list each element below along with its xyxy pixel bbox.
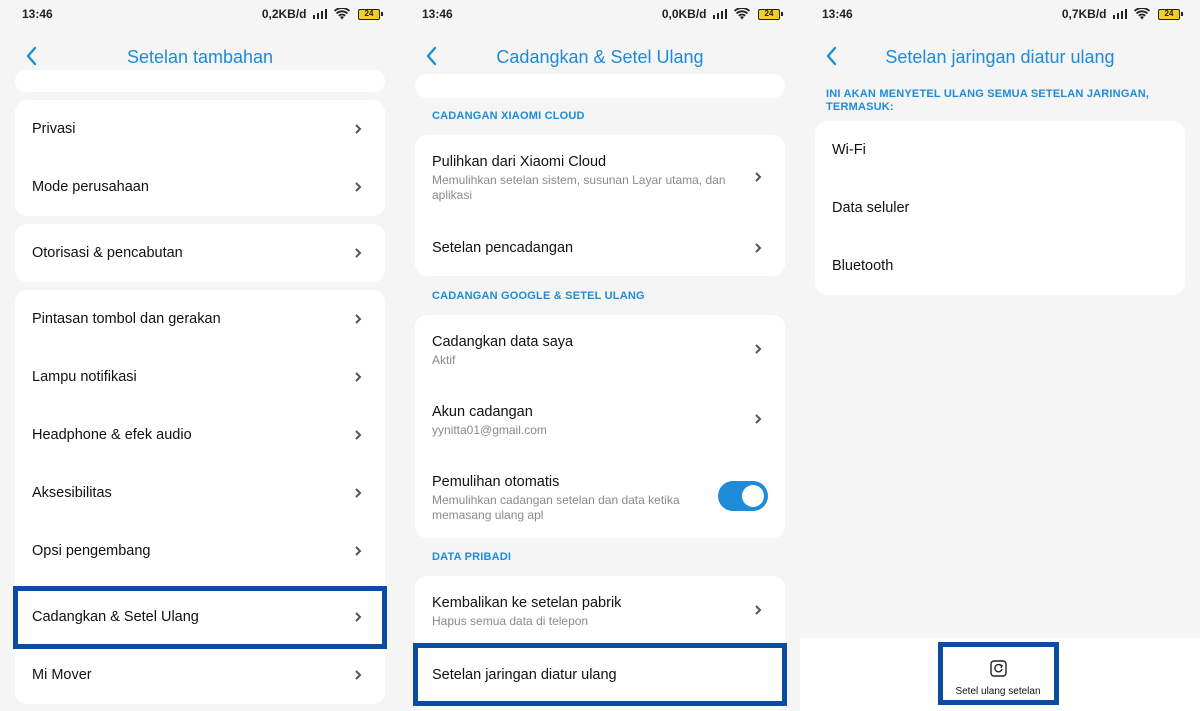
network-items-card: Wi-Fi Data seluler Bluetooth <box>815 121 1185 295</box>
list-item-developer-options[interactable]: Opsi pengembang <box>15 522 385 580</box>
list-item-subtitle: Hapus semua data di telepon <box>432 614 589 628</box>
battery-icon: 24 <box>758 8 783 20</box>
list-item-title: Pemulihan otomatis <box>432 474 560 490</box>
settings-card-privacy: Privasi Mode perusahaan <box>15 100 385 216</box>
list-item-label: Lampu notifikasi <box>32 369 137 385</box>
section-header-personal-data: DATA PRIBADI <box>432 551 512 563</box>
list-item-wifi: Wi-Fi <box>815 121 1185 179</box>
chevron-right-icon <box>755 172 762 182</box>
settings-card-authorization: Otorisasi & pencabutan <box>15 224 385 282</box>
list-item-privacy[interactable]: Privasi <box>15 100 385 158</box>
chevron-right-icon <box>755 414 762 424</box>
list-item-label: Headphone & efek audio <box>32 427 192 443</box>
list-item-label: Pintasan tombol dan gerakan <box>32 311 221 327</box>
list-item-subtitle: yynitta01@gmail.com <box>432 423 547 437</box>
chevron-right-icon <box>355 430 362 440</box>
status-indicators: 0,2KB/d 24 <box>261 7 383 21</box>
highlight-box <box>938 642 1059 705</box>
battery-icon: 24 <box>358 8 383 20</box>
list-item-title: Pulihkan dari Xiaomi Cloud <box>432 154 607 170</box>
wifi-icon <box>734 8 750 20</box>
list-item-backup-account[interactable]: Akun cadangan yynitta01@gmail.com <box>415 385 785 455</box>
page-title: Cadangkan & Setel Ulang <box>496 47 704 67</box>
signal-icon <box>312 9 327 19</box>
status-bar: 13:46 0,0KB/d 24 <box>400 0 800 28</box>
list-item-bluetooth: Bluetooth <box>815 237 1185 295</box>
wifi-icon <box>1134 8 1150 20</box>
list-item-shortcuts[interactable]: Pintasan tombol dan gerakan <box>15 290 385 348</box>
list-item-authorization[interactable]: Otorisasi & pencabutan <box>15 224 385 282</box>
list-item-label: Otorisasi & pencabutan <box>32 245 183 261</box>
list-item-factory-reset[interactable]: Kembalikan ke setelan pabrik Hapus semua… <box>415 576 785 646</box>
highlight-box <box>13 586 387 649</box>
list-item-label: Mi Mover <box>32 667 92 683</box>
settings-card-google: Cadangkan data saya Aktif Akun cadangan … <box>415 315 785 538</box>
chevron-right-icon <box>355 546 362 556</box>
auto-restore-toggle[interactable] <box>718 481 768 511</box>
list-item-title: Akun cadangan <box>432 404 533 420</box>
list-item-restore-xiaomi-cloud[interactable]: Pulihkan dari Xiaomi Cloud Memulihkan se… <box>415 135 785 220</box>
list-item-title: Setelan pencadangan <box>432 240 574 256</box>
list-item-label: Mode perusahaan <box>32 179 149 195</box>
section-header-google: CADANGAN GOOGLE & SETEL ULANG <box>432 290 645 302</box>
signal-icon <box>1112 9 1127 19</box>
signal-icon <box>712 9 727 19</box>
list-item-label: Bluetooth <box>832 258 894 274</box>
list-item-mobile-data: Data seluler <box>815 179 1185 237</box>
list-item-backup-my-data[interactable]: Cadangkan data saya Aktif <box>415 315 785 383</box>
screen-backup-reset: 13:46 0,0KB/d 24 Cadangkan & Setel Ulang… <box>400 0 800 711</box>
list-item-subtitle: Memulihkan cadangan setelan dan data ket… <box>432 493 680 522</box>
list-item-headphone[interactable]: Headphone & efek audio <box>15 406 385 464</box>
chevron-right-icon <box>755 243 762 253</box>
list-item-label: Wi-Fi <box>832 142 866 158</box>
list-item-enterprise-mode[interactable]: Mode perusahaan <box>15 158 385 216</box>
status-indicators: 0,0KB/d 24 <box>661 7 783 21</box>
chevron-right-icon <box>355 124 362 134</box>
reset-notice: INI AKAN MENYETEL ULANG SEMUA SETELAN JA… <box>826 88 1150 113</box>
status-time: 13:46 <box>822 7 853 21</box>
chevron-right-icon <box>355 182 362 192</box>
status-bar: 13:46 0,2KB/d 24 <box>0 0 400 28</box>
list-item-label: Data seluler <box>832 200 910 216</box>
section-header-xiaomi-cloud: CADANGAN XIAOMI CLOUD <box>432 110 585 122</box>
status-time: 13:46 <box>22 7 53 21</box>
network-speed: 0,2KB/d <box>261 7 307 21</box>
chevron-right-icon <box>355 314 362 324</box>
list-item-title: Cadangkan data saya <box>432 334 574 350</box>
page-title: Setelan tambahan <box>126 47 274 67</box>
list-item-accessibility[interactable]: Aksesibilitas <box>15 464 385 522</box>
status-time: 13:46 <box>422 7 453 21</box>
screen-additional-settings: 13:46 0,2KB/d 24 Setelan tambahan Privas… <box>0 0 400 711</box>
network-speed: 0,0KB/d <box>661 7 707 21</box>
screen-network-reset: 13:46 0,7KB/d 24 Setelan jaringan diatur… <box>800 0 1200 711</box>
network-speed: 0,7KB/d <box>1061 7 1107 21</box>
list-item-mi-mover[interactable]: Mi Mover <box>15 646 385 704</box>
list-item-subtitle: Memulihkan setelan sistem, susunan Layar… <box>432 173 726 202</box>
page-title: Setelan jaringan diatur ulang <box>885 47 1115 67</box>
settings-card-partial <box>415 74 785 98</box>
list-item-label: Opsi pengembang <box>32 543 151 559</box>
app-header: Cadangkan & Setel Ulang <box>400 38 800 76</box>
chevron-right-icon <box>355 670 362 680</box>
settings-card-partial <box>15 70 385 92</box>
wifi-icon <box>334 8 350 20</box>
list-item-title: Kembalikan ke setelan pabrik <box>432 595 622 611</box>
battery-icon: 24 <box>1158 8 1183 20</box>
chevron-right-icon <box>355 248 362 258</box>
chevron-right-icon <box>755 605 762 615</box>
chevron-right-icon <box>755 344 762 354</box>
list-item-subtitle: Aktif <box>432 353 456 367</box>
status-indicators: 0,7KB/d 24 <box>1061 7 1183 21</box>
app-header: Setelan jaringan diatur ulang <box>800 38 1200 76</box>
chevron-right-icon <box>355 372 362 382</box>
settings-card-xiaomi-cloud: Pulihkan dari Xiaomi Cloud Memulihkan se… <box>415 135 785 276</box>
list-item-label: Privasi <box>32 121 76 137</box>
highlight-box <box>413 643 787 706</box>
chevron-right-icon <box>355 488 362 498</box>
list-item-notification-light[interactable]: Lampu notifikasi <box>15 348 385 406</box>
status-bar: 13:46 0,7KB/d 24 <box>800 0 1200 28</box>
list-item-label: Aksesibilitas <box>32 485 112 501</box>
list-item-backup-settings[interactable]: Setelan pencadangan <box>415 220 785 276</box>
list-item-auto-restore: Pemulihan otomatis Memulihkan cadangan s… <box>415 455 785 538</box>
